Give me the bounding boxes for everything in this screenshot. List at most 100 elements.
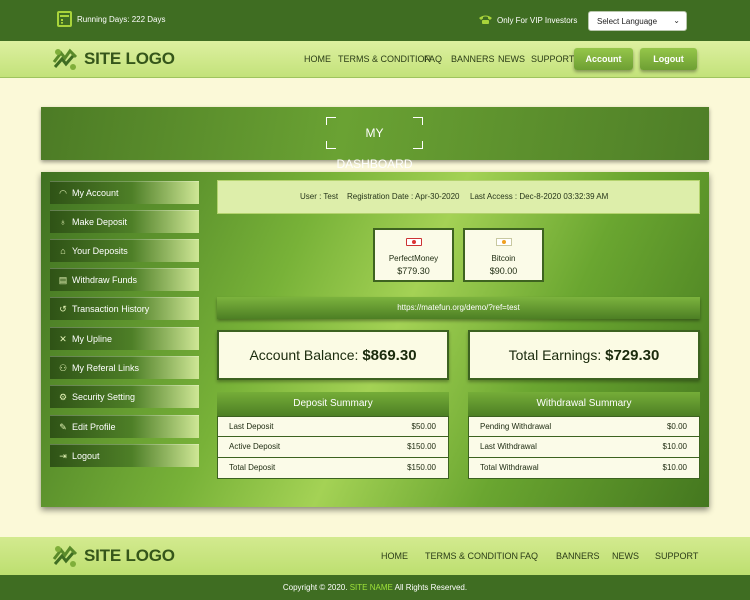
sidebar-item-make-deposit[interactable]: ♁ Make Deposit — [50, 210, 199, 233]
sidebar-item-label: Make Deposit — [72, 217, 128, 227]
sidebar-item-label: My Account — [72, 188, 119, 198]
row-label: Total Deposit — [229, 463, 276, 472]
sidebar-item-referal-links[interactable]: ⚇ My Referal Links — [50, 356, 199, 379]
user-name: User : Test — [300, 192, 339, 201]
registration-date: Registration Date : Apr-30-2020 — [347, 192, 460, 201]
title-corner-tl — [326, 117, 336, 125]
sidebar-item-your-deposits[interactable]: ⌂ Your Deposits — [50, 239, 199, 262]
sidebar-item-security-setting[interactable]: ⚙ Security Setting — [50, 385, 199, 408]
logo-text: SITE LOGO — [84, 49, 175, 68]
sidebar-item-label: Transaction History — [72, 304, 150, 314]
nav-news[interactable]: NEWS — [498, 54, 525, 64]
row-value: $0.00 — [666, 422, 687, 431]
row-label: Active Deposit — [229, 442, 281, 451]
logout-icon: ⇥ — [59, 451, 67, 461]
footer-nav-home[interactable]: HOME — [381, 551, 408, 561]
language-select[interactable]: Select Language ⌄ — [588, 11, 687, 31]
money-bag-icon: ♁ — [59, 217, 67, 227]
payment-name: Bitcoin — [491, 254, 516, 263]
logo-text: SITE LOGO — [84, 546, 175, 565]
nav-faq[interactable]: FAQ — [424, 54, 442, 64]
logo-mark-icon — [52, 48, 78, 70]
phone-icon — [479, 15, 492, 24]
row-value: $50.00 — [411, 422, 436, 431]
table-row: Pending Withdrawal $0.00 — [468, 416, 700, 437]
copyright-suffix: All Rights Reserved. — [394, 583, 468, 592]
bank-icon: ⌂ — [60, 246, 66, 256]
footer-nav-banners[interactable]: BANNERS — [556, 551, 600, 561]
page-title: MY DASHBOARD — [336, 126, 413, 171]
perfectmoney-icon — [406, 238, 422, 246]
total-earnings-box: Total Earnings: $729.30 — [468, 330, 700, 380]
row-value: $10.00 — [662, 442, 687, 451]
sidebar-item-logout[interactable]: ⇥ Logout — [50, 444, 199, 467]
nav-support[interactable]: SUPPORT — [531, 54, 574, 64]
table-row: Total Deposit $150.00 — [217, 458, 449, 479]
running-days-text: Running Days: 222 Days — [77, 15, 166, 24]
account-balance-box: Account Balance: $869.30 — [217, 330, 449, 380]
title-corner-br — [413, 141, 423, 149]
language-select-value: Select Language — [597, 17, 658, 26]
gear-icon: ⚙ — [58, 392, 68, 402]
calendar-icon — [57, 11, 72, 27]
footer-nav-terms[interactable]: TERMS & CONDITION — [425, 551, 518, 561]
table-row: Active Deposit $150.00 — [217, 437, 449, 458]
history-icon: ↺ — [59, 304, 67, 314]
withdraw-icon: ▤ — [58, 275, 68, 285]
account-balance-value: $869.30 — [362, 347, 417, 364]
link-icon: ⚇ — [58, 363, 68, 373]
row-value: $150.00 — [407, 442, 436, 451]
user-info-bar: User : Test Registration Date : Apr-30-2… — [217, 180, 700, 214]
row-label: Last Withdrawal — [480, 442, 537, 451]
logo-mark-icon — [52, 545, 78, 567]
deposit-summary-title: Deposit Summary — [217, 392, 449, 416]
nav-terms[interactable]: TERMS & CONDITION — [338, 54, 431, 64]
sidebar-item-transaction-history[interactable]: ↺ Transaction History — [50, 297, 199, 320]
site-logo[interactable]: SITE LOGO — [51, 44, 175, 74]
dashboard-icon: ◠ — [59, 188, 67, 198]
table-row: Last Deposit $50.00 — [217, 416, 449, 437]
table-row: Total Withdrawal $10.00 — [468, 458, 700, 479]
footer-nav-support[interactable]: SUPPORT — [655, 551, 698, 561]
bitcoin-icon — [496, 238, 512, 246]
total-earnings-value: $729.30 — [605, 347, 660, 364]
footer-logo[interactable]: SITE LOGO — [51, 541, 175, 571]
sidebar-item-label: Logout — [72, 451, 100, 461]
nav-home[interactable]: HOME — [304, 54, 331, 64]
site-name-link[interactable]: SITE NAME — [350, 583, 393, 592]
sidebar-item-label: My Referal Links — [72, 363, 140, 373]
withdrawal-summary-title: Withdrawal Summary — [468, 392, 700, 416]
footer-nav-faq[interactable]: FAQ — [520, 551, 538, 561]
sidebar-item-withdraw-funds[interactable]: ▤ Withdraw Funds — [50, 268, 199, 291]
payment-name: PerfectMoney — [388, 254, 439, 263]
sidebar-item-edit-profile[interactable]: ✎ Edit Profile — [50, 415, 199, 438]
sidebar-item-label: Security Setting — [72, 392, 136, 402]
edit-icon: ✎ — [59, 422, 67, 432]
row-label: Total Withdrawal — [480, 463, 539, 472]
sidebar-item-label: Withdraw Funds — [72, 275, 138, 285]
account-balance-label: Account Balance: — [249, 347, 359, 363]
title-corner-tr — [413, 117, 423, 125]
nav-banners[interactable]: BANNERS — [451, 54, 495, 64]
table-row: Last Withdrawal $10.00 — [468, 437, 700, 458]
chevron-down-icon: ⌄ — [673, 16, 680, 25]
total-earnings-label: Total Earnings: — [508, 347, 602, 363]
row-value: $150.00 — [407, 463, 436, 472]
payment-box-bitcoin: Bitcoin $90.00 — [463, 228, 544, 282]
copyright-prefix: Copyright © 2020. — [282, 583, 348, 592]
sidebar-item-label: Edit Profile — [72, 422, 116, 432]
referral-link[interactable]: https://matefun.org/demo/?ref=test — [217, 297, 700, 319]
last-access: Last Access : Dec-8-2020 03:32:39 AM — [470, 192, 609, 201]
account-button[interactable]: Account — [574, 48, 633, 70]
footer-nav-news[interactable]: NEWS — [612, 551, 639, 561]
sidebar-item-label: My Upline — [72, 334, 113, 344]
row-value: $10.00 — [662, 463, 687, 472]
vip-text: Only For VIP Investors — [497, 16, 578, 25]
logout-button[interactable]: Logout — [640, 48, 697, 70]
sidebar-item-my-account[interactable]: ◠ My Account — [50, 181, 199, 204]
row-label: Last Deposit — [229, 422, 274, 431]
sidebar-item-my-upline[interactable]: ✕ My Upline — [50, 327, 199, 350]
upline-icon: ✕ — [59, 334, 67, 344]
copyright-bar: Copyright © 2020. SITE NAME All Rights R… — [0, 575, 750, 600]
payment-amount: $779.30 — [397, 266, 430, 276]
